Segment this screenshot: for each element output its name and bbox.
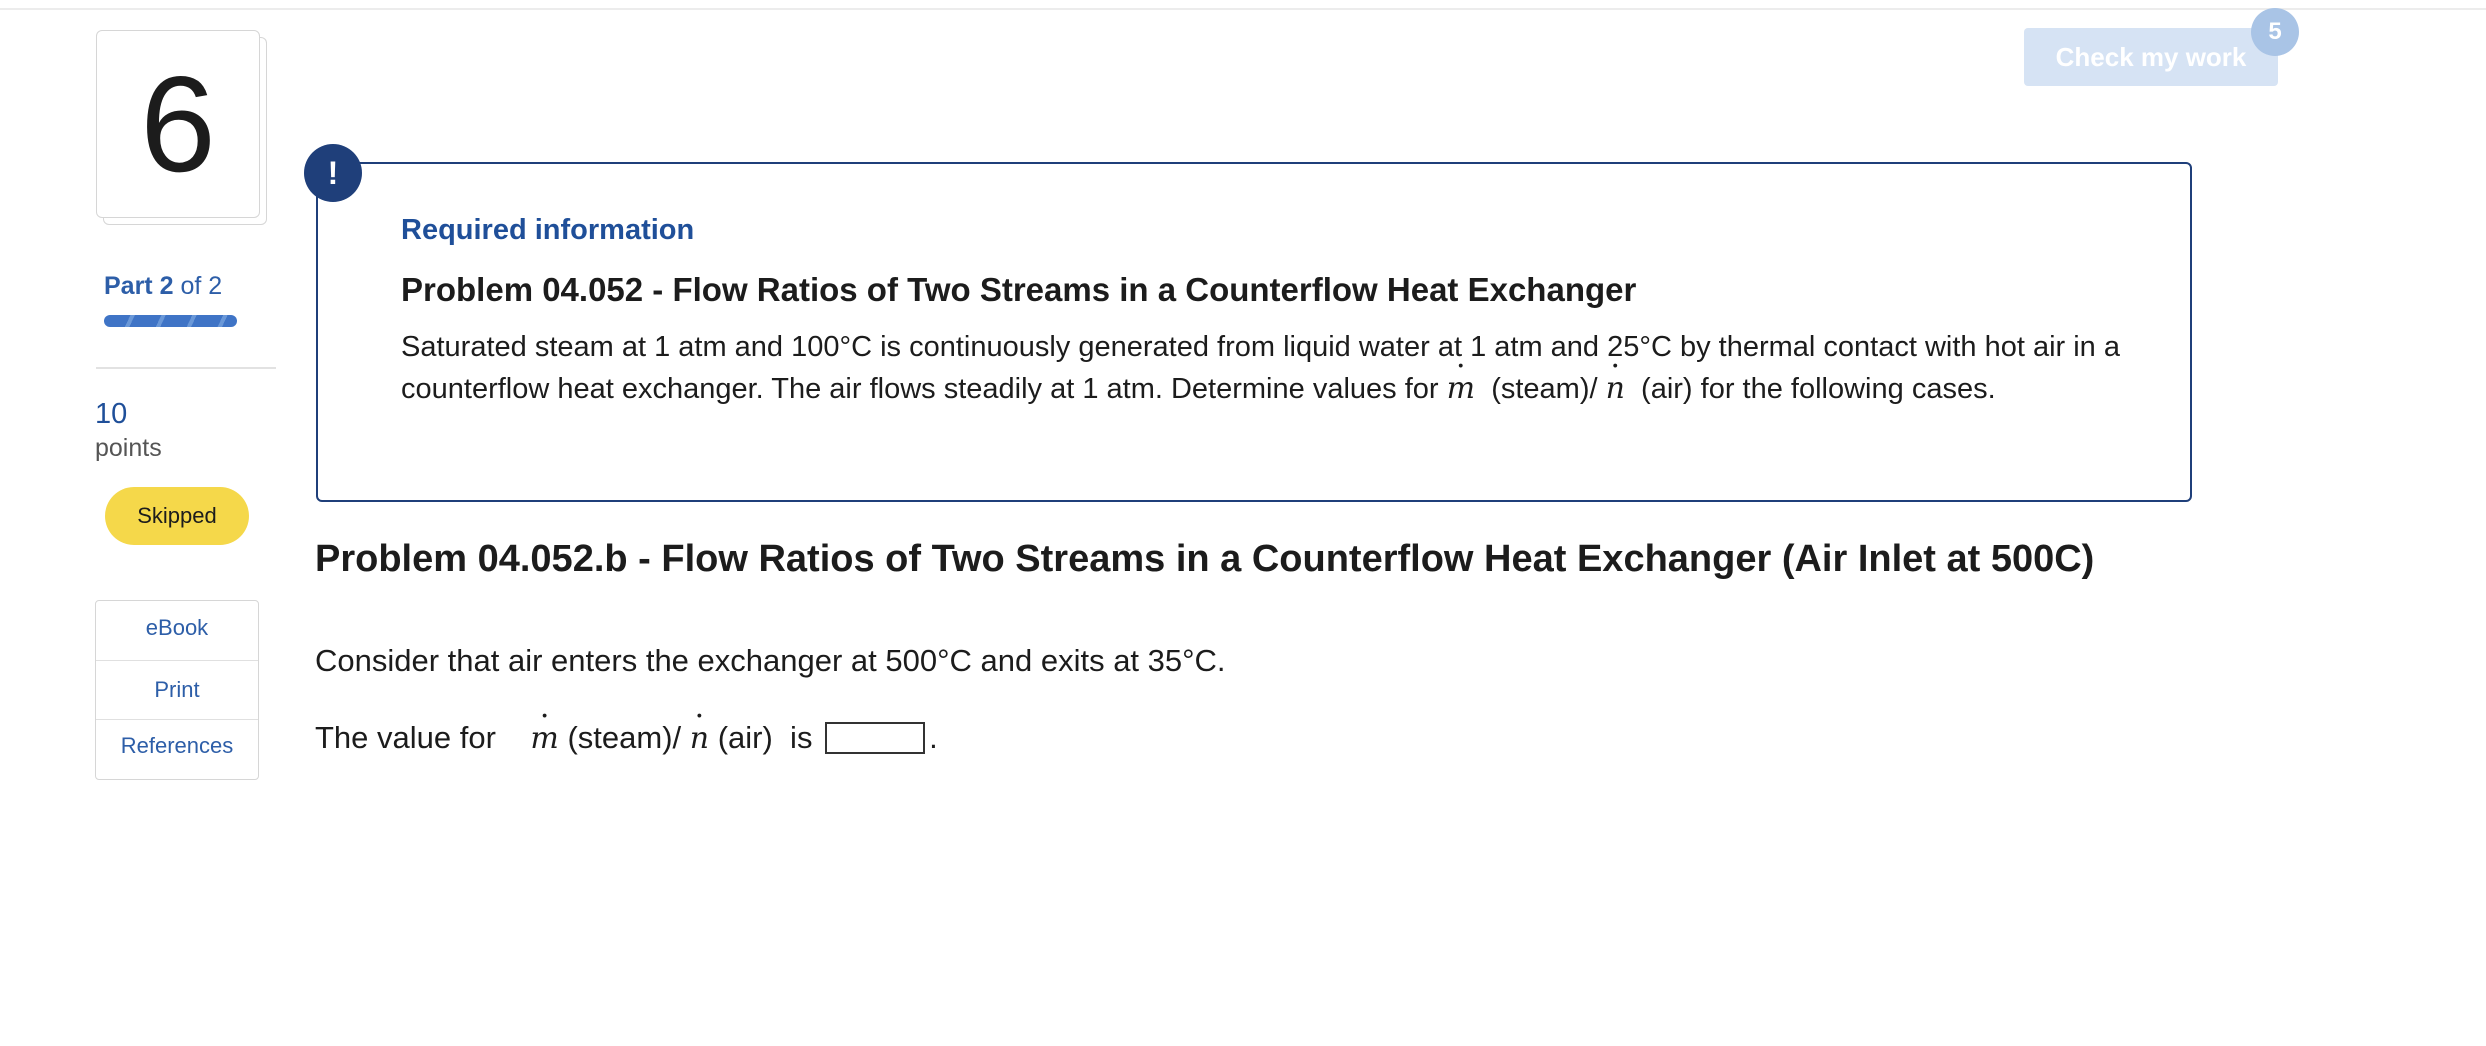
n-dot-symbol: n: [690, 721, 709, 756]
required-info-title: Required information: [401, 214, 695, 246]
part-current: 2: [159, 272, 174, 300]
answer-suffix: .: [929, 720, 938, 755]
tool-divider: [96, 660, 258, 661]
required-info-body: Saturated steam at 1 atm and 100°C is co…: [401, 327, 2121, 410]
part-total: of 2: [180, 272, 223, 300]
body-text-3: (air) for the following cases.: [1641, 373, 1996, 405]
alert-icon: !: [304, 144, 362, 202]
assignment-page: 6 Part 2 of 2 10 points Skipped eBook Pr…: [0, 0, 2486, 1046]
part-b-heading: Problem 04.052.b - Flow Ratios of Two St…: [315, 538, 2095, 580]
part-b-statement: Consider that air enters the exchanger a…: [315, 643, 1226, 678]
status-badge: Skipped: [105, 487, 249, 545]
body-text-2: (steam)/: [1491, 373, 1598, 405]
top-divider: [0, 8, 2486, 10]
part-indicator: Part 2 of 2: [104, 272, 222, 301]
points-label: points: [95, 434, 162, 462]
question-number-card: 6: [96, 30, 260, 218]
answer-line: The value for m (steam)/ n (air) is .: [315, 720, 938, 756]
points-value: 10: [95, 398, 128, 430]
question-number: 6: [140, 48, 216, 200]
answer-mid-1: (steam)/: [567, 720, 682, 755]
ebook-link[interactable]: eBook: [96, 615, 258, 641]
part-progress-bar: [104, 315, 237, 327]
n-dot-symbol: n: [1606, 368, 1625, 409]
sidebar-divider: [96, 367, 276, 369]
answer-prefix: The value for: [315, 720, 496, 755]
part-word: Part: [104, 272, 153, 300]
print-link[interactable]: Print: [96, 677, 258, 703]
answer-mid-2: (air) is: [717, 720, 813, 755]
resource-tools: eBook Print References: [95, 600, 259, 780]
tool-divider: [96, 719, 258, 720]
m-dot-symbol: m: [530, 721, 558, 756]
check-my-work-button[interactable]: Check my work: [2024, 28, 2278, 86]
check-attempts-badge: 5: [2251, 8, 2299, 56]
answer-input[interactable]: [825, 722, 926, 754]
m-dot-symbol: m: [1447, 368, 1475, 409]
references-link[interactable]: References: [96, 733, 258, 759]
required-info-heading: Problem 04.052 - Flow Ratios of Two Stre…: [401, 271, 1637, 308]
